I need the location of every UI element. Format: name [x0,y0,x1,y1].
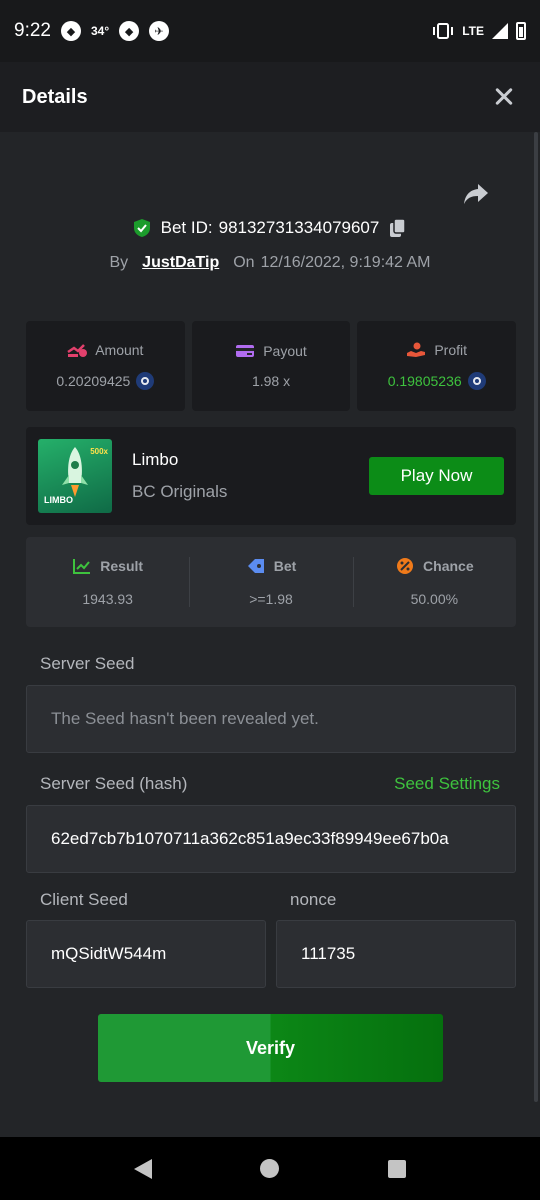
bet-author-row: By JustDaTip On 12/16/2022, 9:19:42 AM [0,254,540,272]
server-seed-field[interactable]: The Seed hasn't been revealed yet. [26,685,516,753]
result-cell: Result 1943.93 [26,537,189,627]
stat-profit: Profit 0.19805236 [357,321,517,411]
game-thumb-title: LIMBO [44,495,73,505]
server-seed-hash-field[interactable]: 62ed7cb7b1070711a362c851a9ec33f89949ee67… [26,805,516,873]
hand-coin-icon [407,342,426,357]
game-thumb-badge: 500x [90,447,108,456]
card-icon [236,345,255,357]
result-card: Result 1943.93 Bet >=1.98 Chance 50.00% [26,537,516,627]
system-nav-bar [0,1137,540,1200]
stat-payout: Payout 1.98 x [191,321,351,411]
status-time: 9:22 [14,20,51,41]
close-icon[interactable] [490,83,518,111]
game-card: 500x LIMBO Limbo BC Originals Play Now [26,427,516,525]
status-temperature: 34° [90,24,110,38]
percent-icon [397,558,414,574]
copy-icon[interactable] [389,218,407,238]
shield-check-icon [133,219,150,237]
server-seed-hash-label: Server Seed (hash) [40,774,188,793]
bet-id-label: Bet ID: [160,218,213,237]
app-notification-icon: ◆ [119,21,140,41]
crypto-coin-icon [136,372,155,390]
play-now-button[interactable]: Play Now [369,457,504,495]
battery-icon [516,22,526,40]
bet-stats: Amount 0.20209425 Payout 1.98 x Profit 0… [26,321,517,411]
game-name: Limbo [132,450,179,469]
stat-value: 0.19805236 [387,373,462,389]
stat-value: 0.20209425 [56,373,131,389]
bet-label: Bet [273,558,297,574]
server-seed-label: Server Seed [40,654,135,673]
signal-icon [492,23,508,39]
stat-value: 1.98 x [251,373,291,389]
scrollbar[interactable] [534,132,538,1102]
stat-label: Payout [263,343,307,359]
stat-amount: Amount 0.20209425 [26,321,185,411]
ticket-icon [247,559,264,573]
chance-label: Chance [423,558,474,574]
vibrate-icon [433,23,454,39]
client-seed-field[interactable]: mQSidtW544m [26,920,266,988]
status-bar: 9:22 ◆ 34° ◆ ✈ LTE [0,0,540,62]
stat-label: Amount [95,342,144,358]
stat-label: Profit [434,342,468,358]
game-thumbnail[interactable]: 500x LIMBO [38,439,112,513]
verify-button[interactable]: Verify [98,1014,443,1082]
bet-id-row: Bet ID: 98132731334079607 [0,218,540,238]
game-provider: BC Originals [132,482,228,501]
bet-cell: Bet >=1.98 [189,537,352,627]
chance-value: 50.00% [410,591,459,607]
amount-icon [67,344,88,357]
nonce-label: nonce [290,890,337,909]
bet-value: >=1.98 [249,591,293,607]
recent-apps-icon[interactable] [387,1159,406,1178]
network-type: LTE [462,24,484,38]
result-value: 1943.93 [82,591,133,607]
messenger-icon: ✈ [149,21,170,41]
details-header: Details [0,62,540,132]
client-seed-label: Client Seed [40,890,128,909]
page-title: Details [22,85,88,108]
on-label: On [233,254,255,271]
app-notification-icon: ◆ [60,21,81,41]
chance-cell: Chance 50.00% [352,537,516,627]
bet-date: 12/16/2022, 9:19:42 AM [260,254,431,271]
back-icon[interactable] [134,1158,153,1179]
chart-up-icon [73,559,91,574]
user-link[interactable]: JustDaTip [142,254,219,272]
bet-id-value: 98132731334079607 [218,218,380,237]
share-icon[interactable] [462,182,490,206]
crypto-coin-icon [467,372,486,390]
result-label: Result [100,558,144,574]
seed-settings-link[interactable]: Seed Settings [394,774,500,794]
home-icon[interactable] [260,1159,280,1178]
nonce-field[interactable]: 111735 [276,920,516,988]
by-label: By [109,254,129,271]
